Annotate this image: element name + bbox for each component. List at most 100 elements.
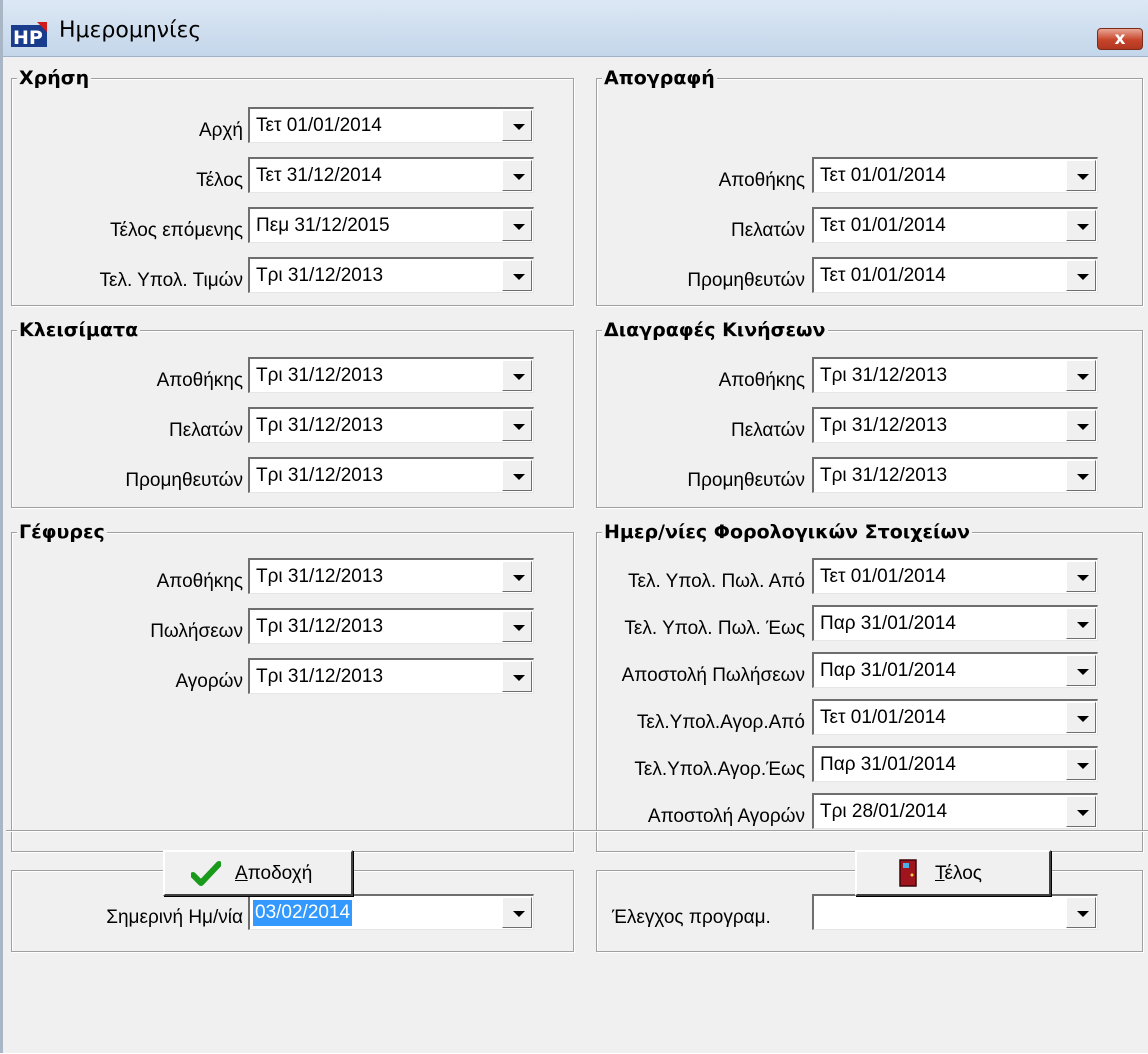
- group-gefyres: Γέφυρες Αποθήκης Τρι 31/12/2013 Πωλήσεων…: [11, 520, 574, 852]
- chevron-down-icon[interactable]: [1066, 796, 1096, 827]
- chevron-down-icon[interactable]: [502, 611, 532, 642]
- dates-dialog: HP Ημερομηνίες x Χρήση Αρχή Τετ 01/01/20…: [0, 0, 1148, 1053]
- group-forologika: Ημερ/νίες Φορολογικών Στοιχείων Τελ. Υπο…: [596, 520, 1143, 852]
- row-label-warehouse: Αποθήκης: [156, 370, 243, 391]
- row-label-sales-from: Τελ. Υπολ. Πωλ. Από: [627, 571, 805, 592]
- chevron-down-icon[interactable]: [1066, 561, 1096, 592]
- inventory-suppliers-combo[interactable]: Τετ 01/01/2014: [812, 257, 1098, 293]
- inventory-warehouse-combo[interactable]: Τετ 01/01/2014: [812, 157, 1098, 193]
- chevron-down-icon[interactable]: [502, 210, 532, 241]
- bridge-warehouse-combo[interactable]: Τρι 31/12/2013: [248, 558, 534, 594]
- bridge-purchases-combo[interactable]: Τρι 31/12/2013: [248, 658, 534, 694]
- tax-sales-from-combo[interactable]: Τετ 01/01/2014: [812, 558, 1098, 594]
- row-label-warehouse: Αποθήκης: [718, 170, 805, 191]
- inventory-customers-combo[interactable]: Τετ 01/01/2014: [812, 207, 1098, 243]
- chevron-down-icon[interactable]: [1066, 260, 1096, 291]
- group-xrisi: Χρήση Αρχή Τετ 01/01/2014 Τέλος Τετ 31/1…: [11, 66, 574, 306]
- date-combo-start[interactable]: Τετ 01/01/2014: [248, 107, 534, 143]
- end-label: Τέλος: [935, 863, 982, 884]
- deletion-warehouse-combo[interactable]: Τρι 31/12/2013: [812, 357, 1098, 393]
- combo-value: Τρι 31/12/2013: [256, 666, 384, 687]
- group-xrisi-title: Χρήση: [17, 66, 92, 90]
- svg-text:HP: HP: [13, 27, 43, 48]
- chevron-down-icon[interactable]: [502, 561, 532, 592]
- chevron-down-icon[interactable]: [1066, 460, 1096, 491]
- row-label-suppliers: Προμηθευτών: [687, 270, 805, 291]
- group-forologika-title: Ημερ/νίες Φορολογικών Στοιχείων: [602, 520, 972, 544]
- group-kleisimata: Κλεισίματα Αποθήκης Τρι 31/12/2013 Πελατ…: [11, 318, 574, 508]
- chevron-down-icon[interactable]: [1066, 608, 1096, 639]
- combo-value: Τετ 01/01/2014: [820, 707, 946, 728]
- accept-label: Αποδοχή: [235, 863, 313, 884]
- row-label-next-end: Τέλος επόμενης: [110, 220, 243, 241]
- chevron-down-icon[interactable]: [502, 260, 532, 291]
- combo-value: Τετ 01/01/2014: [820, 566, 946, 587]
- tax-purchases-from-combo[interactable]: Τετ 01/01/2014: [812, 699, 1098, 735]
- group-diagrafes-title: Διαγραφές Κινήσεων: [602, 318, 828, 342]
- tax-sales-dispatch-combo[interactable]: Παρ 31/01/2014: [812, 652, 1098, 688]
- window-title: Ημερομηνίες: [59, 18, 202, 43]
- accept-button[interactable]: Αποδοχή: [163, 850, 353, 896]
- chevron-down-icon[interactable]: [1066, 749, 1096, 780]
- chevron-down-icon[interactable]: [502, 110, 532, 141]
- chevron-down-icon[interactable]: [1066, 360, 1096, 391]
- bridge-sales-combo[interactable]: Τρι 31/12/2013: [248, 608, 534, 644]
- chevron-down-icon[interactable]: [502, 410, 532, 441]
- row-label-warehouse: Αποθήκης: [718, 370, 805, 391]
- close-icon: x: [1114, 29, 1126, 49]
- end-button[interactable]: Τέλος: [855, 850, 1051, 896]
- date-combo-end[interactable]: Τετ 31/12/2014: [248, 157, 534, 193]
- app-logo-icon: HP: [11, 22, 47, 48]
- combo-value: Τρι 31/12/2013: [820, 365, 948, 386]
- row-label-suppliers: Προμηθευτών: [125, 470, 243, 491]
- group-diagrafes: Διαγραφές Κινήσεων Αποθήκης Τρι 31/12/20…: [596, 318, 1143, 508]
- chevron-down-icon[interactable]: [1066, 210, 1096, 241]
- group-apografi-title: Απογραφή: [602, 66, 717, 90]
- tax-purchases-to-combo[interactable]: Παρ 31/01/2014: [812, 746, 1098, 782]
- chevron-down-icon[interactable]: [1066, 410, 1096, 441]
- group-apografi: Απογραφή Αποθήκης Τετ 01/01/2014 Πελατών…: [596, 66, 1143, 306]
- deletion-customers-combo[interactable]: Τρι 31/12/2013: [812, 407, 1098, 443]
- close-button[interactable]: x: [1097, 28, 1143, 50]
- chevron-down-icon[interactable]: [502, 360, 532, 391]
- row-label-sales: Πωλήσεων: [150, 621, 243, 642]
- row-label-purchases-to: Τελ.Υπολ.Αγορ.Έως: [634, 759, 805, 780]
- combo-value: Τρι 31/12/2013: [256, 566, 384, 587]
- exit-door-icon: [899, 859, 917, 887]
- combo-value: Παρ 31/01/2014: [820, 754, 956, 775]
- date-combo-price-calc[interactable]: Τρι 31/12/2013: [248, 257, 534, 293]
- closing-customers-combo[interactable]: Τρι 31/12/2013: [248, 407, 534, 443]
- chevron-down-icon[interactable]: [1066, 160, 1096, 191]
- combo-value: Τετ 31/12/2014: [256, 165, 382, 186]
- combo-value: Τρι 31/12/2013: [256, 465, 384, 486]
- title-bar[interactable]: HP Ημερομηνίες x: [3, 0, 1148, 57]
- date-combo-next-end[interactable]: Πεμ 31/12/2015: [248, 207, 534, 243]
- chevron-down-icon[interactable]: [1066, 702, 1096, 733]
- chevron-down-icon[interactable]: [502, 661, 532, 692]
- row-label-customers: Πελατών: [169, 420, 243, 441]
- tax-sales-to-combo[interactable]: Παρ 31/01/2014: [812, 605, 1098, 641]
- combo-value: Τρι 31/12/2013: [820, 465, 948, 486]
- row-label-sales-to: Τελ. Υπολ. Πωλ. Έως: [624, 618, 805, 639]
- combo-value: Πεμ 31/12/2015: [256, 215, 390, 236]
- combo-value: Παρ 31/01/2014: [820, 613, 956, 634]
- row-label-customers: Πελατών: [731, 420, 805, 441]
- chevron-down-icon[interactable]: [502, 460, 532, 491]
- row-label-price-calc: Τελ. Υπολ. Τιμών: [99, 270, 243, 291]
- closing-warehouse-combo[interactable]: Τρι 31/12/2013: [248, 357, 534, 393]
- closing-suppliers-combo[interactable]: Τρι 31/12/2013: [248, 457, 534, 493]
- combo-value: Τρι 31/12/2013: [256, 265, 384, 286]
- combo-value: Τρι 31/12/2013: [256, 415, 384, 436]
- row-label-sales-dispatch: Αποστολή Πωλήσεων: [621, 665, 805, 686]
- row-label-start: Αρχή: [198, 120, 243, 141]
- combo-value: Τετ 01/01/2014: [820, 165, 946, 186]
- row-label-purchases-dispatch: Αποστολή Αγορών: [647, 806, 805, 827]
- chevron-down-icon[interactable]: [502, 160, 532, 191]
- combo-value: Τρι 31/12/2013: [820, 415, 948, 436]
- tax-purchases-dispatch-combo[interactable]: Τρι 28/01/2014: [812, 793, 1098, 829]
- combo-value: Τετ 01/01/2014: [256, 115, 382, 136]
- deletion-suppliers-combo[interactable]: Τρι 31/12/2013: [812, 457, 1098, 493]
- chevron-down-icon[interactable]: [1066, 655, 1096, 686]
- combo-value: Τετ 01/01/2014: [820, 265, 946, 286]
- combo-value: Τετ 01/01/2014: [820, 215, 946, 236]
